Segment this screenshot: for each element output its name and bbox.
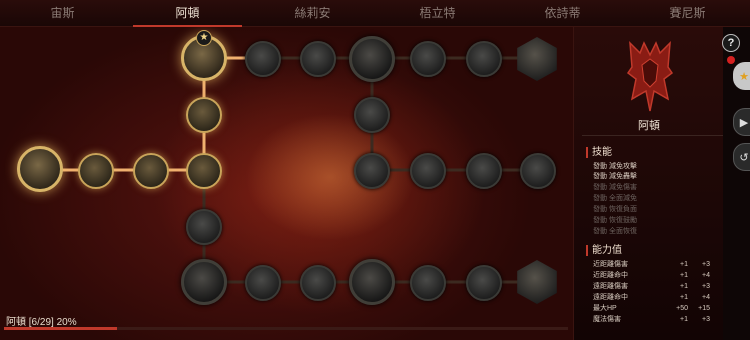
stat-name: 魔法傷害 — [593, 316, 621, 323]
hero-emblem — [626, 41, 674, 112]
skills-title: 技能 — [586, 147, 612, 158]
skill-node[interactable] — [186, 209, 222, 245]
skill-node-major[interactable] — [349, 259, 395, 305]
hero-info-panel: 阿頓 技能 發動 減免攻擊 發動 減免轟擊 發動 減免傷害 發動 全面減免 發動… — [573, 27, 724, 340]
skill-node[interactable] — [300, 41, 336, 77]
stat-name: 遠距離傷害 — [593, 283, 628, 290]
stat-bonus: +3 — [702, 316, 710, 323]
progress-bar — [4, 327, 568, 330]
stat-bonus: +4 — [702, 272, 710, 279]
stat-current: +1 — [680, 294, 688, 301]
skill-node[interactable] — [410, 265, 446, 301]
tab-zeus[interactable]: 宙斯 — [0, 0, 125, 26]
stat-current: +1 — [680, 261, 688, 268]
stat-bonus: +3 — [702, 283, 710, 290]
skill-node-major[interactable] — [181, 259, 227, 305]
progress-fill — [4, 327, 117, 330]
stat-current: +50 — [676, 305, 688, 312]
tab-sillian[interactable]: 絲莉安 — [250, 0, 375, 26]
skill-node[interactable] — [245, 41, 281, 77]
stat-bonus: +3 — [702, 261, 710, 268]
stat-name: 近距離命中 — [593, 272, 628, 279]
skill-node[interactable] — [410, 41, 446, 77]
skill-item: 發動 減免轟擊 — [593, 173, 637, 180]
stat-name: 最大HP — [593, 305, 617, 312]
stat-row: 魔法傷害 +1 +3 — [593, 315, 718, 324]
stat-bonus: +15 — [698, 305, 710, 312]
stat-name: 遠距離命中 — [593, 294, 628, 301]
skill-tree: ★ — [0, 27, 573, 340]
skill-item: 發動 恢復負面 — [593, 206, 637, 213]
stat-row: 近距離命中 +1 +4 — [593, 271, 718, 280]
side-play-button[interactable]: ▶ — [733, 108, 750, 136]
progress-label: 阿頓 [6/29] 20% — [6, 317, 77, 328]
side-star-button[interactable]: ★ — [733, 62, 750, 90]
skill-node[interactable] — [354, 153, 390, 189]
skill-node[interactable] — [245, 265, 281, 301]
tab-yisidi[interactable]: 依詩蒂 — [500, 0, 625, 26]
skill-item: 發動 全面恢復 — [593, 228, 637, 235]
skill-node[interactable] — [520, 153, 556, 189]
skill-node[interactable] — [133, 153, 169, 189]
tab-saiNisi[interactable]: 賽尼斯 — [625, 0, 750, 26]
skill-node[interactable] — [466, 41, 502, 77]
hero-tabs: 宙斯 阿頓 絲莉安 梧立特 依詩蒂 賽尼斯 — [0, 0, 750, 27]
stat-row: 遠距離命中 +1 +4 — [593, 293, 718, 302]
skill-node[interactable] — [466, 265, 502, 301]
skill-node[interactable] — [466, 153, 502, 189]
skill-item: 發動 恢復鼓勵 — [593, 217, 637, 224]
hero-name: 阿頓 — [638, 120, 660, 132]
stat-name: 近距離傷害 — [593, 261, 628, 268]
stat-current: +1 — [680, 272, 688, 279]
skill-node[interactable] — [186, 97, 222, 133]
help-icon[interactable]: ? — [722, 34, 740, 52]
skill-node[interactable] — [354, 97, 390, 133]
stat-current: +1 — [680, 316, 688, 323]
skill-item: 發動 減免傷害 — [593, 184, 637, 191]
skill-node-root[interactable] — [17, 146, 63, 192]
skill-node[interactable] — [300, 265, 336, 301]
skill-item: 發動 全面減免 — [593, 195, 637, 202]
star-icon: ★ — [196, 30, 212, 46]
skill-node[interactable] — [410, 153, 446, 189]
stat-row: 近距離傷害 +1 +3 — [593, 260, 718, 269]
stat-bonus: +4 — [702, 294, 710, 301]
divider — [582, 135, 724, 136]
tab-wulite[interactable]: 梧立特 — [375, 0, 500, 26]
tab-aton[interactable]: 阿頓 — [125, 0, 250, 27]
skill-node[interactable] — [186, 153, 222, 189]
skill-node-major[interactable] — [349, 36, 395, 82]
stats-title: 能力值 — [586, 245, 622, 256]
stat-current: +1 — [680, 283, 688, 290]
side-swap-button[interactable]: ↺ — [733, 143, 750, 171]
skill-item: 發動 減免攻擊 — [593, 163, 637, 170]
skill-node[interactable] — [78, 153, 114, 189]
stat-row: 最大HP +50 +15 — [593, 304, 718, 313]
notification-badge — [727, 56, 735, 64]
stat-row: 遠距離傷害 +1 +3 — [593, 282, 718, 291]
